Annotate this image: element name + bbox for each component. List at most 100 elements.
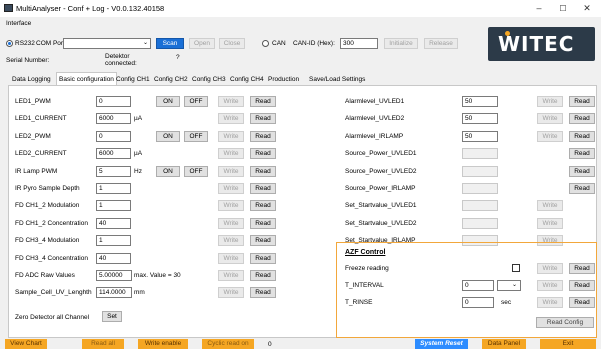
- left-row-8-read-button[interactable]: Read: [250, 218, 276, 229]
- left-row-8-write-button[interactable]: Write: [218, 218, 244, 229]
- can-id-input[interactable]: 300: [340, 38, 378, 49]
- left-row-9-write-button[interactable]: Write: [218, 235, 244, 246]
- right-row-1-value-input[interactable]: 50: [462, 96, 498, 107]
- t-interval-write-button[interactable]: Write: [537, 280, 563, 291]
- left-row-11-write-button[interactable]: Write: [218, 270, 244, 281]
- left-row-12-read-button[interactable]: Read: [250, 287, 276, 298]
- freeze-read-button[interactable]: Read: [569, 263, 595, 274]
- tab-config-ch2[interactable]: Config CH2: [152, 74, 190, 85]
- maximize-icon[interactable]: ☐: [551, 2, 575, 15]
- left-row-9-read-button[interactable]: Read: [250, 235, 276, 246]
- left-row-4-write-button[interactable]: Write: [218, 148, 244, 159]
- right-row-3-read-button[interactable]: Read: [569, 131, 595, 142]
- t-interval-input[interactable]: 0: [462, 280, 494, 291]
- data-panel-button[interactable]: Data Panel: [482, 339, 526, 349]
- left-row-8-value-input[interactable]: 40: [96, 218, 131, 229]
- can-radio[interactable]: [262, 40, 269, 47]
- left-row-4-read-button[interactable]: Read: [250, 148, 276, 159]
- right-row-1-write-button[interactable]: Write: [537, 96, 563, 107]
- left-row-12-value-input[interactable]: 114.0000: [96, 287, 132, 298]
- left-row-3-write-button[interactable]: Write: [218, 131, 244, 142]
- t-interval-read-button[interactable]: Read: [569, 280, 595, 291]
- left-row-1-value-input[interactable]: 0: [96, 96, 131, 107]
- right-row-8-write-button[interactable]: Write: [537, 218, 563, 229]
- left-row-3-off-button[interactable]: OFF: [184, 131, 208, 142]
- tab-config-ch4[interactable]: Config CH4: [228, 74, 266, 85]
- left-row-5-off-button[interactable]: OFF: [184, 166, 208, 177]
- tab-save-load-settings[interactable]: Save/Load Settings: [307, 74, 367, 85]
- left-row-10-read-button[interactable]: Read: [250, 253, 276, 264]
- release-button[interactable]: Release: [424, 38, 458, 49]
- tab-basic-configuration[interactable]: Basic configuration: [56, 72, 117, 86]
- system-reset-button[interactable]: System Reset: [415, 339, 468, 349]
- view-chart-button[interactable]: View Chart: [5, 339, 47, 349]
- close-icon[interactable]: ✕: [575, 2, 599, 15]
- left-row-10-write-button[interactable]: Write: [218, 253, 244, 264]
- left-row-6-read-button[interactable]: Read: [250, 183, 276, 194]
- left-row-5-write-button[interactable]: Write: [218, 166, 244, 177]
- left-row-2-value-input[interactable]: 6000: [96, 113, 131, 124]
- right-row-3-write-button[interactable]: Write: [537, 131, 563, 142]
- left-row-1-write-button[interactable]: Write: [218, 96, 244, 107]
- right-row-4-value-input[interactable]: [462, 148, 498, 159]
- left-row-9-value-input[interactable]: 1: [96, 235, 131, 246]
- left-row-4-value-input[interactable]: 6000: [96, 148, 131, 159]
- left-row-6-write-button[interactable]: Write: [218, 183, 244, 194]
- exit-button[interactable]: Exit: [540, 339, 596, 349]
- left-row-11-read-button[interactable]: Read: [250, 270, 276, 281]
- open-button[interactable]: Open: [189, 38, 215, 49]
- right-row-5-value-input[interactable]: [462, 166, 498, 177]
- minimize-icon[interactable]: –: [527, 2, 551, 15]
- left-row-7-read-button[interactable]: Read: [250, 200, 276, 211]
- zero-detector-set-button[interactable]: Set: [102, 311, 122, 322]
- right-row-7-value-input[interactable]: [462, 200, 498, 211]
- right-row-1-read-button[interactable]: Read: [569, 96, 595, 107]
- t-rinse-write-button[interactable]: Write: [537, 297, 563, 308]
- left-row-1-on-button[interactable]: ON: [156, 96, 180, 107]
- left-row-1-off-button[interactable]: OFF: [184, 96, 208, 107]
- right-row-4-read-button[interactable]: Read: [569, 148, 595, 159]
- right-row-2-read-button[interactable]: Read: [569, 113, 595, 124]
- read-config-button[interactable]: Read Config: [536, 317, 594, 328]
- right-row-6-read-button[interactable]: Read: [569, 183, 595, 194]
- left-row-10-value-input[interactable]: 40: [96, 253, 131, 264]
- initialize-button[interactable]: Initialize: [384, 38, 418, 49]
- left-row-5-read-button[interactable]: Read: [250, 166, 276, 177]
- right-row-6-value-input[interactable]: [462, 183, 498, 194]
- rs232-radio[interactable]: [6, 40, 13, 47]
- tab-config-ch3[interactable]: Config CH3: [190, 74, 228, 85]
- left-row-5-on-button[interactable]: ON: [156, 166, 180, 177]
- left-row-7-write-button[interactable]: Write: [218, 200, 244, 211]
- tab-production[interactable]: Production: [266, 74, 301, 85]
- left-row-2-write-button[interactable]: Write: [218, 113, 244, 124]
- left-row-7-value-input[interactable]: 1: [96, 200, 131, 211]
- left-row-3-on-button[interactable]: ON: [156, 131, 180, 142]
- right-row-3-value-input[interactable]: 50: [462, 131, 498, 142]
- left-row-5-value-input[interactable]: 5: [96, 166, 131, 177]
- t-rinse-input[interactable]: 0: [462, 297, 494, 308]
- scan-button[interactable]: Scan: [156, 38, 184, 49]
- cyclic-read-on-button[interactable]: Cyclic read on: [202, 339, 254, 349]
- left-row-6-value-input[interactable]: 1: [96, 183, 131, 194]
- com-port-select[interactable]: ⌄: [63, 38, 151, 49]
- freeze-reading-checkbox[interactable]: [512, 264, 520, 272]
- right-row-5-read-button[interactable]: Read: [569, 166, 595, 177]
- left-row-3-read-button[interactable]: Read: [250, 131, 276, 142]
- write-enable-button[interactable]: Write enable: [138, 339, 188, 349]
- tab-config-ch1[interactable]: Config CH1: [114, 74, 152, 85]
- close-button[interactable]: Close: [219, 38, 245, 49]
- left-row-3-value-input[interactable]: 0: [96, 131, 131, 142]
- right-row-2-value-input[interactable]: 50: [462, 113, 498, 124]
- t-rinse-read-button[interactable]: Read: [569, 297, 595, 308]
- tab-data-logging[interactable]: Data Logging: [10, 74, 53, 85]
- right-row-8-value-input[interactable]: [462, 218, 498, 229]
- left-row-11-value-input[interactable]: 5.00000: [96, 270, 132, 281]
- read-all-button[interactable]: Read all: [82, 339, 124, 349]
- left-row-2-read-button[interactable]: Read: [250, 113, 276, 124]
- right-row-2-write-button[interactable]: Write: [537, 113, 563, 124]
- t-interval-unit-select[interactable]: ⌄: [497, 280, 521, 291]
- left-row-12-write-button[interactable]: Write: [218, 287, 244, 298]
- left-row-1-read-button[interactable]: Read: [250, 96, 276, 107]
- freeze-write-button[interactable]: Write: [537, 263, 563, 274]
- right-row-7-write-button[interactable]: Write: [537, 200, 563, 211]
